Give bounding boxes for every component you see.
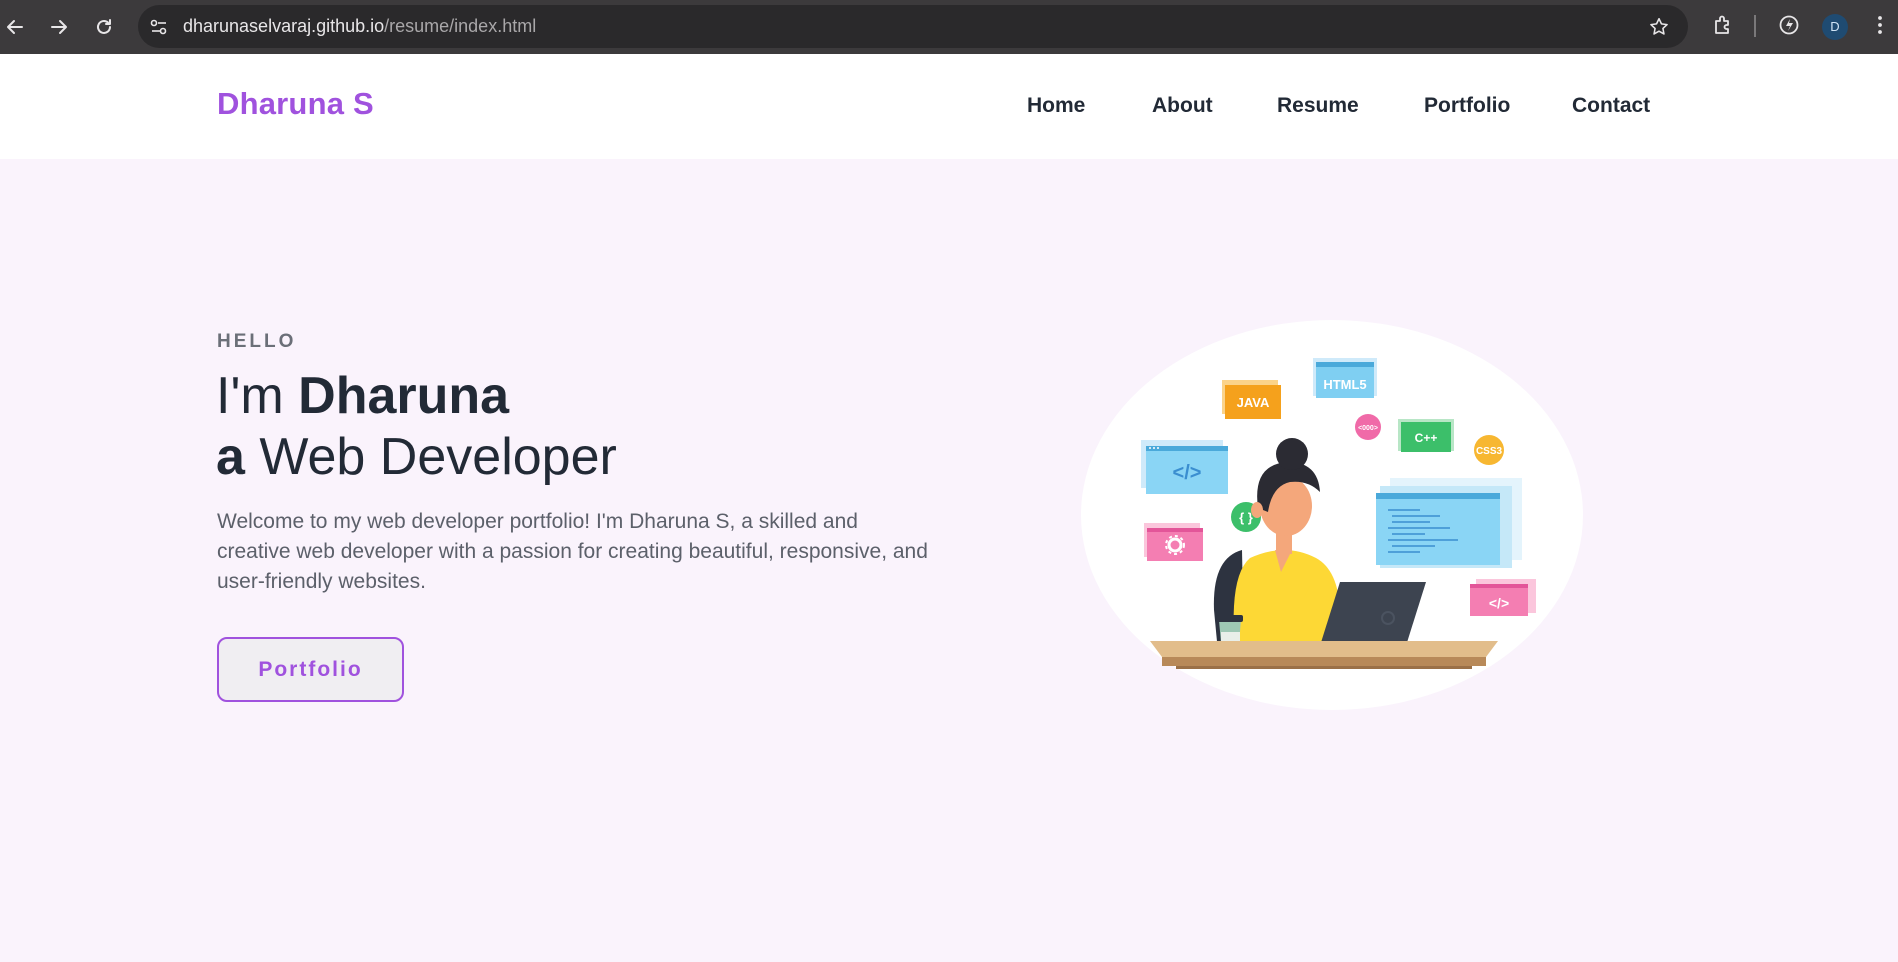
css3-badge-icon: CSS3 [1474,435,1504,465]
reload-icon[interactable] [90,13,118,41]
code-dot-badge-icon: <000> [1355,414,1381,440]
profile-avatar[interactable]: D [1822,14,1848,40]
code-window-pink-icon: </> [1470,579,1536,616]
hero-title-name: Dharuna [298,367,510,425]
extensions-puzzle-icon[interactable] [1711,13,1735,42]
editor-windows-icon [1376,478,1522,568]
svg-text:CSS3: CSS3 [1476,446,1503,457]
svg-text:</>: </> [1489,595,1509,611]
nav-home[interactable]: Home [1027,94,1085,118]
kebab-menu-icon[interactable] [1868,13,1892,42]
nav-portfolio[interactable]: Portfolio [1424,94,1510,118]
cpp-badge-icon: C++ [1398,419,1454,452]
svg-text:JAVA: JAVA [1237,395,1270,410]
html5-badge-icon: HTML5 [1313,358,1377,398]
settings-window-icon [1144,523,1203,561]
hero-intro: Welcome to my web developer portfolio! I… [217,510,928,593]
svg-text:C++: C++ [1415,431,1438,445]
nav-about[interactable]: About [1152,94,1213,118]
nav-contact[interactable]: Contact [1572,94,1650,118]
browser-toolbar: dharunaselvaraj.github.io/resume/index.h… [0,0,1898,54]
url-path: /resume/index.html [384,16,537,36]
svg-text:<000>: <000> [1358,425,1378,432]
hero-eyebrow: HELLO [217,331,297,352]
performance-leaf-icon[interactable] [1777,13,1801,42]
hero-title-prefix: I'm [216,367,299,425]
hero-title-line-2: a Web Developer [216,427,617,487]
hero-title-line-1: I'm Dharuna [216,366,509,426]
site-header: Dharuna S Home About Resume Portfolio Co… [0,54,1898,159]
hero-title-role: Web Developer [244,428,617,486]
svg-text:HTML5: HTML5 [1323,377,1366,392]
back-arrow-icon[interactable] [1,13,29,41]
forward-arrow-icon[interactable] [45,13,73,41]
hero-title-article: a [216,428,245,486]
url-text[interactable]: dharunaselvaraj.github.io/resume/index.h… [183,5,536,48]
bookmark-star-icon[interactable] [1648,16,1670,43]
desk-icon [1150,641,1498,669]
site-settings-icon[interactable] [148,16,170,43]
portfolio-button[interactable]: Portfolio [217,637,404,702]
nav-resume[interactable]: Resume [1277,94,1359,118]
java-badge-icon: JAVA [1222,380,1281,419]
address-bar[interactable]: dharunaselvaraj.github.io/resume/index.h… [138,5,1688,48]
url-host: dharunaselvaraj.github.io [183,16,385,36]
toolbar-divider [1754,15,1756,37]
main-nav: Home About Resume Portfolio Contact [0,94,1898,124]
developer-illustration: JAVA HTML5 C++ CSS3 <000> </> {} </> [1081,320,1583,710]
svg-text:{ }: { } [1239,510,1253,525]
svg-text:</>: </> [1173,462,1202,484]
code-window-icon: </> [1141,440,1228,494]
